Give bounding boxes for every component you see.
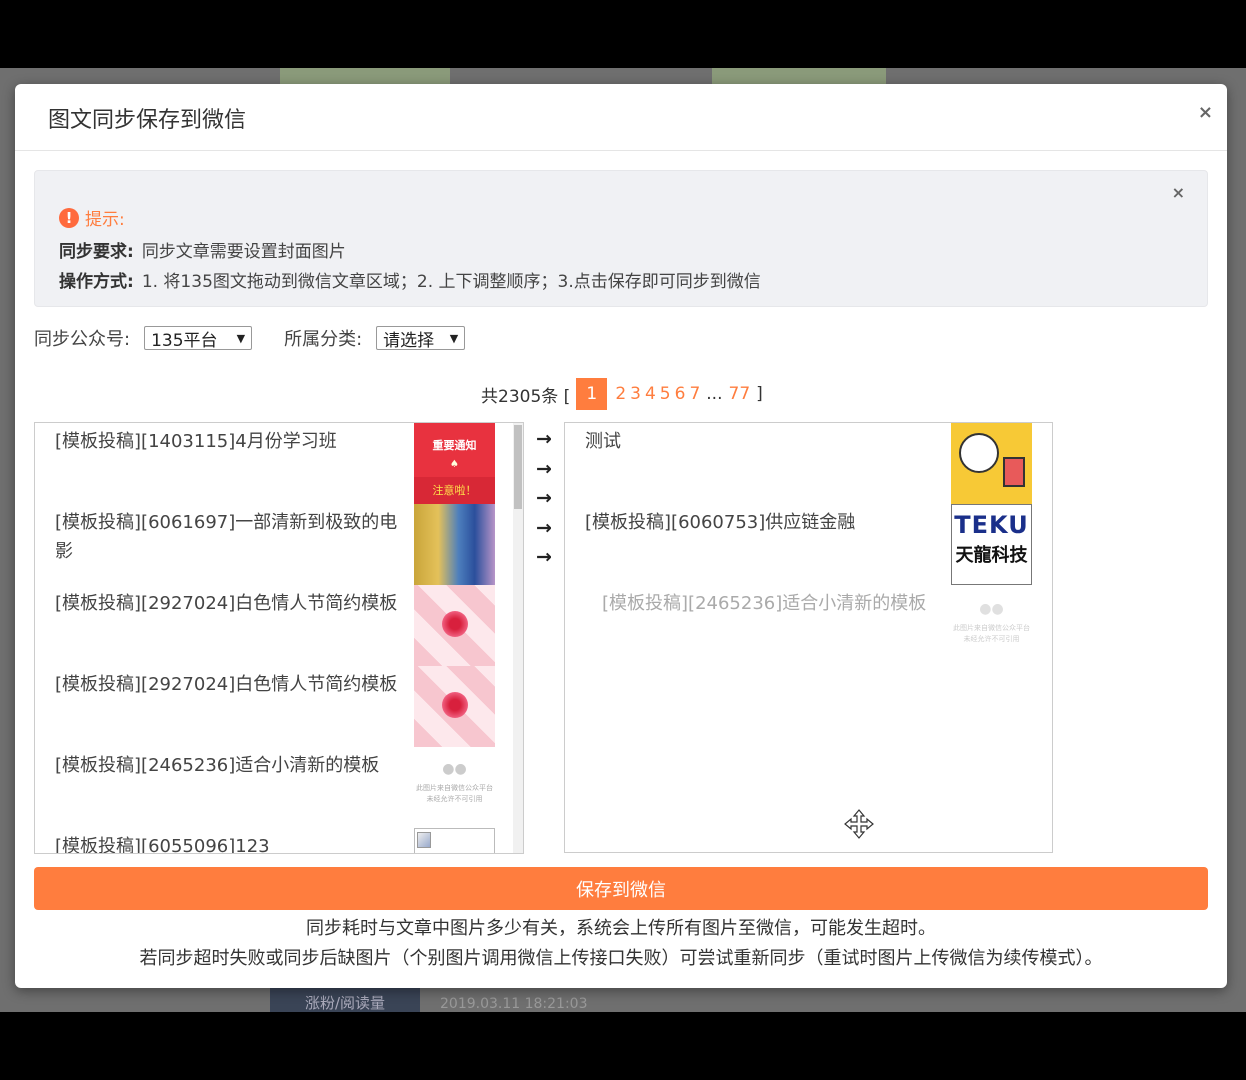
page-current[interactable]: 1 <box>576 378 608 410</box>
page-link[interactable]: 7 <box>689 384 700 404</box>
wechat-icon: ●● <box>979 601 1004 617</box>
source-article-list[interactable]: [模板投稿][1403115]4月份学习班 重要通知 ♠ 注意啦！ [模板投稿]… <box>34 422 524 854</box>
account-select[interactable]: 135平台 ▼ <box>144 326 253 351</box>
transfer-arrows: → → → → → <box>534 428 554 576</box>
article-thumbnail: ●● 此图片来自微信公众平台 未经允许不可引用 <box>414 747 495 828</box>
alert-close-button[interactable]: × <box>1172 183 1185 202</box>
bell-icon: ♠ <box>450 459 459 470</box>
placeholder-text: 未经允许不可引用 <box>963 635 1020 643</box>
filter-row: 同步公众号: 135平台 ▼ 所属分类: 请选择 ▼ <box>34 325 466 351</box>
alert-requirement: 同步要求: 同步文章需要设置封面图片 <box>59 237 346 262</box>
article-thumbnail <box>414 504 495 585</box>
page-link-last[interactable]: 77 <box>729 384 751 404</box>
sync-note: 若同步超时失败或同步后缺图片（个别图片调用微信上传接口失败）可尝试重新同步（重试… <box>139 948 1103 969</box>
article-thumbnail <box>414 666 495 747</box>
modal-title: 图文同步保存到微信 <box>48 108 247 133</box>
list-scrollbar[interactable] <box>513 423 523 853</box>
list-item[interactable]: [模板投稿][2465236]适合小清新的模板 ●● 此图片来自微信公众平台 未… <box>35 747 505 828</box>
pagination: 共2305条 [ 1 2 3 4 5 6 7 ... 77 ] <box>481 378 763 410</box>
list-item[interactable]: [模板投稿][1403115]4月份学习班 重要通知 ♠ 注意啦！ <box>35 423 505 504</box>
list-item[interactable]: [模板投稿][2927024]白色情人节简约模板 <box>35 585 505 666</box>
article-title: 测试 <box>585 431 621 452</box>
page-link[interactable]: 6 <box>675 384 686 404</box>
article-title: [模板投稿][6061697]一部清新到极致的电影 <box>55 512 398 562</box>
cartoon-box-icon <box>1003 457 1025 487</box>
article-thumbnail <box>414 585 495 666</box>
scrollbar-thumb[interactable] <box>514 425 522 509</box>
arrow-right-icon[interactable]: → <box>534 546 554 576</box>
arrow-right-icon[interactable]: → <box>534 487 554 517</box>
placeholder-text: 此图片来自微信公众平台 <box>953 624 1030 632</box>
pagination-ellipsis: ... <box>706 384 723 404</box>
arrow-right-icon[interactable]: → <box>534 517 554 547</box>
dragging-item[interactable]: [模板投稿][2465236]适合小清新的模板 ●● 此图片来自微信公众平台 未… <box>565 585 1035 839</box>
move-cursor-icon <box>844 809 874 839</box>
rose-icon <box>442 692 468 718</box>
alert-operation: 操作方式: 1. 将135图文拖动到微信文章区域；2. 上下调整顺序；3.点击保存… <box>59 267 761 292</box>
placeholder-text: 未经允许不可引用 <box>426 795 483 803</box>
teku-logo: TEKU 天龍科技 <box>951 504 1032 585</box>
cartoon-face-icon <box>959 433 999 473</box>
category-select[interactable]: 请选择 ▼ <box>376 326 466 351</box>
background-strip <box>280 68 450 84</box>
article-thumbnail: ●● 此图片来自微信公众平台 未经允许不可引用 <box>951 593 1032 674</box>
category-label: 所属分类: <box>284 329 363 350</box>
logo-subtext: 天龍科技 <box>955 545 1028 566</box>
requirement-text: 同步文章需要设置封面图片 <box>141 242 346 262</box>
thumb-caption: 注意啦！ <box>414 477 495 504</box>
article-title: [模板投稿][2465236]适合小清新的模板 <box>602 593 927 614</box>
alert-title: ! 提示: <box>59 205 125 230</box>
arrow-right-icon[interactable]: → <box>534 428 554 458</box>
article-title: [模板投稿][2927024]白色情人节简约模板 <box>55 674 398 695</box>
alert-title-text: 提示: <box>85 210 125 230</box>
requirement-label: 同步要求: <box>59 242 134 262</box>
pagination-close: ] <box>756 384 763 404</box>
modal-header: 图文同步保存到微信 × <box>15 84 1227 151</box>
sync-note: 同步耗时与文章中图片多少有关，系统会上传所有图片至微信，可能发生超时。 <box>306 918 936 939</box>
sync-modal: 图文同步保存到微信 × × ! 提示: 同步要求: 同步文章需要设置封面图片 操作… <box>15 84 1227 988</box>
caret-down-icon: ▼ <box>236 331 246 345</box>
list-item[interactable]: [模板投稿][6060753]供应链金融 TEKU 天龍科技 <box>565 504 1035 585</box>
article-thumbnail <box>951 423 1032 504</box>
page-link[interactable]: 2 <box>615 384 626 404</box>
wechat-article-list[interactable]: 测试 [模板投稿][6060753]供应链金融 TEKU 天龍科技 [模板投稿]… <box>564 422 1053 853</box>
placeholder-text: 此图片来自微信公众平台 <box>416 784 493 792</box>
image-placeholder-icon <box>417 832 431 848</box>
arrow-right-icon[interactable]: → <box>534 458 554 488</box>
logo-text: TEKU <box>954 511 1029 539</box>
thumb-caption: 重要通知 <box>432 439 477 452</box>
article-title: [模板投稿][6060753]供应链金融 <box>585 512 856 533</box>
account-select-value: 135平台 <box>151 330 218 351</box>
article-title: [模板投稿][6055096]123 <box>55 836 270 854</box>
list-item[interactable]: 测试 <box>565 423 1035 504</box>
wechat-icon: ●● <box>442 761 467 777</box>
background-strip <box>712 68 886 84</box>
page-link[interactable]: 5 <box>660 384 671 404</box>
broken-image-icon <box>414 828 495 853</box>
article-thumbnail: 重要通知 ♠ 注意啦！ <box>414 423 495 504</box>
account-label: 同步公众号: <box>34 329 131 350</box>
save-to-wechat-button[interactable]: 保存到微信 <box>34 867 1208 910</box>
list-item[interactable]: [模板投稿][2927024]白色情人节简约模板 <box>35 666 505 747</box>
tip-alert: × ! 提示: 同步要求: 同步文章需要设置封面图片 操作方式: 1. 将135图文… <box>34 170 1208 307</box>
modal-close-button[interactable]: × <box>1198 102 1213 123</box>
operation-label: 操作方式: <box>59 272 134 292</box>
list-item[interactable]: [模板投稿][6055096]123 <box>35 828 505 854</box>
rose-icon <box>442 611 468 637</box>
operation-text: 1. 将135图文拖动到微信文章区域；2. 上下调整顺序；3.点击保存即可同步到… <box>141 272 761 292</box>
article-title: [模板投稿][2465236]适合小清新的模板 <box>55 755 380 776</box>
background-bar: 涨粉/阅读量 <box>270 988 420 1012</box>
list-item[interactable]: [模板投稿][6061697]一部清新到极致的电影 <box>35 504 505 585</box>
pagination-total: 共2305条 [ <box>481 386 571 407</box>
caret-down-icon: ▼ <box>449 331 459 345</box>
category-select-value: 请选择 <box>383 330 435 351</box>
page-link[interactable]: 4 <box>645 384 656 404</box>
background-timestamp: 2019.03.11 18:21:03 <box>440 996 588 1012</box>
page-link[interactable]: 3 <box>630 384 641 404</box>
article-title: [模板投稿][2927024]白色情人节简约模板 <box>55 593 398 614</box>
article-title: [模板投稿][1403115]4月份学习班 <box>55 431 337 452</box>
exclamation-icon: ! <box>59 207 79 228</box>
